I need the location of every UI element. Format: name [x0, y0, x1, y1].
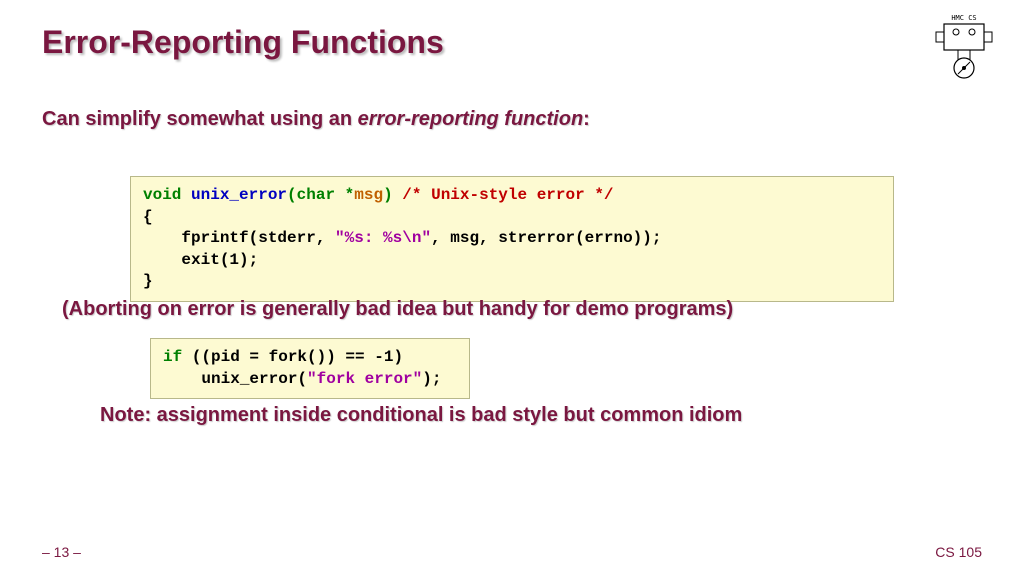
code-text	[181, 186, 191, 204]
code-text: , msg, strerror(errno));	[431, 229, 661, 247]
code-text	[393, 186, 403, 204]
code-text: *	[335, 186, 354, 204]
code-param: msg	[354, 186, 383, 204]
code-paren: (	[287, 186, 297, 204]
intro-text: Can simplify somewhat using an error-rep…	[42, 108, 590, 131]
code-paren: )	[383, 186, 393, 204]
code-text: exit(1);	[143, 251, 258, 269]
code-keyword: if	[163, 348, 182, 366]
code-comment: /* Unix-style error */	[402, 186, 613, 204]
intro-emph: error-reporting function	[358, 108, 584, 130]
code-text: ((pid = fork()) == -1)	[182, 348, 403, 366]
intro-tail: :	[583, 108, 590, 130]
code-block-2: if ((pid = fork()) == -1) unix_error("fo…	[150, 338, 470, 399]
svg-text:HMC CS: HMC CS	[951, 14, 976, 22]
note-2: Note: assignment inside conditional is b…	[100, 404, 742, 427]
slide-number: – 13 –	[42, 544, 81, 560]
slide-title: Error-Reporting Functions	[42, 24, 444, 61]
code-text: fprintf(stderr,	[143, 229, 335, 247]
code-type: char	[297, 186, 335, 204]
code-text: );	[422, 370, 441, 388]
code-text: unix_error(	[163, 370, 307, 388]
hmc-cs-logo-icon: HMC CS	[934, 10, 994, 80]
note-1: (Aborting on error is generally bad idea…	[62, 298, 733, 321]
course-label: CS 105	[935, 544, 982, 560]
code-brace: }	[143, 272, 153, 290]
code-brace: {	[143, 208, 153, 226]
code-block-1: void unix_error(char *msg) /* Unix-style…	[130, 176, 894, 302]
code-string: "%s: %s\n"	[335, 229, 431, 247]
intro-lead: Can simplify somewhat using an	[42, 108, 358, 130]
code-func: unix_error	[191, 186, 287, 204]
code-keyword: void	[143, 186, 181, 204]
code-string: "fork error"	[307, 370, 422, 388]
